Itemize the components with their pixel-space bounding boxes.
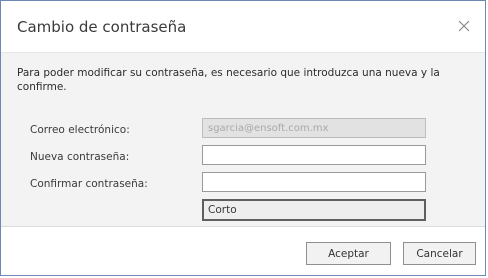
email-label: Correo electrónico: (30, 124, 130, 136)
new-password-label: Nueva contraseña: (30, 151, 130, 163)
instruction-message: Para poder modificar su contraseña, es n… (17, 67, 440, 93)
title-bar: Cambio de contraseña (1, 1, 485, 53)
confirm-password-field[interactable] (202, 172, 426, 192)
cancel-button[interactable]: Cancelar (403, 242, 476, 265)
password-strength-indicator: Corto (202, 199, 426, 221)
dialog-body: Para poder modificar su contraseña, es n… (1, 53, 485, 226)
close-icon-glyph (458, 20, 470, 32)
dialog-title: Cambio de contraseña (17, 18, 187, 36)
close-icon[interactable] (453, 15, 475, 37)
accept-button[interactable]: Aceptar (306, 242, 391, 265)
confirm-password-label: Confirmar contraseña: (30, 178, 148, 190)
dialog-footer: Aceptar Cancelar (1, 226, 485, 275)
email-field (202, 118, 426, 138)
change-password-dialog: Cambio de contraseña Para poder modifica… (0, 0, 486, 276)
new-password-field[interactable] (202, 145, 426, 165)
